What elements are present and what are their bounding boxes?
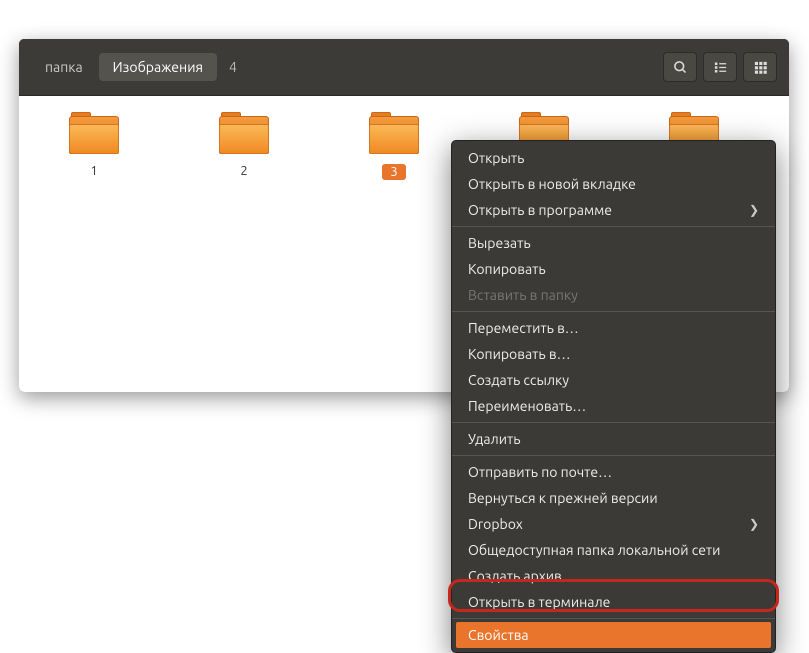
path-extra: 4 [229, 59, 237, 75]
search-icon [673, 60, 688, 75]
menu-copy-to[interactable]: Копировать в… [452, 341, 775, 367]
breadcrumb-current[interactable]: Изображения [99, 53, 217, 81]
menu-separator [452, 455, 775, 456]
list-icon [713, 60, 728, 75]
menu-copy[interactable]: Копировать [452, 256, 775, 282]
folder-icon [219, 116, 269, 158]
folder-icon [69, 116, 119, 158]
menu-properties[interactable]: Свойства [456, 622, 771, 648]
menu-dropbox[interactable]: Dropbox❯ [452, 511, 775, 537]
menu-revert[interactable]: Вернуться к прежней версии [452, 485, 775, 511]
menu-move-to[interactable]: Переместить в… [452, 315, 775, 341]
folder-item-selected[interactable]: 3 [349, 116, 439, 180]
menu-separator [452, 618, 775, 619]
context-menu: Открыть Открыть в новой вкладке Открыть … [451, 140, 776, 653]
grid-icon [753, 60, 768, 75]
chevron-right-icon: ❯ [749, 203, 759, 217]
menu-separator [452, 311, 775, 312]
menu-paste-into: Вставить в папку [452, 282, 775, 308]
menu-separator [452, 226, 775, 227]
menu-lan-share[interactable]: Общедоступная папка локальной сети [452, 537, 775, 563]
menu-open-terminal[interactable]: Открыть в терминале [452, 589, 775, 615]
menu-create-archive[interactable]: Создать архив… [452, 563, 775, 589]
folder-label: 2 [240, 164, 247, 178]
menu-open[interactable]: Открыть [452, 145, 775, 171]
folder-item[interactable]: 1 [49, 116, 139, 180]
folder-label: 3 [382, 164, 405, 180]
grid-view-button[interactable] [743, 52, 777, 82]
menu-separator [452, 422, 775, 423]
chevron-right-icon: ❯ [749, 517, 759, 531]
menu-delete[interactable]: Удалить [452, 426, 775, 452]
menu-open-new-tab[interactable]: Открыть в новой вкладке [452, 171, 775, 197]
search-button[interactable] [663, 52, 697, 82]
header-bar: папка Изображения 4 [19, 39, 789, 96]
menu-rename[interactable]: Переименовать… [452, 393, 775, 419]
list-view-button[interactable] [703, 52, 737, 82]
menu-cut[interactable]: Вырезать [452, 230, 775, 256]
menu-create-link[interactable]: Создать ссылку [452, 367, 775, 393]
breadcrumb-prev[interactable]: папка [31, 53, 97, 81]
breadcrumb: папка Изображения [31, 53, 219, 81]
menu-send-mail[interactable]: Отправить по почте… [452, 459, 775, 485]
menu-open-with[interactable]: Открыть в программе❯ [452, 197, 775, 223]
folder-label: 1 [90, 164, 97, 178]
folder-item[interactable]: 2 [199, 116, 289, 180]
header-actions [663, 52, 777, 82]
folder-icon [369, 116, 419, 158]
